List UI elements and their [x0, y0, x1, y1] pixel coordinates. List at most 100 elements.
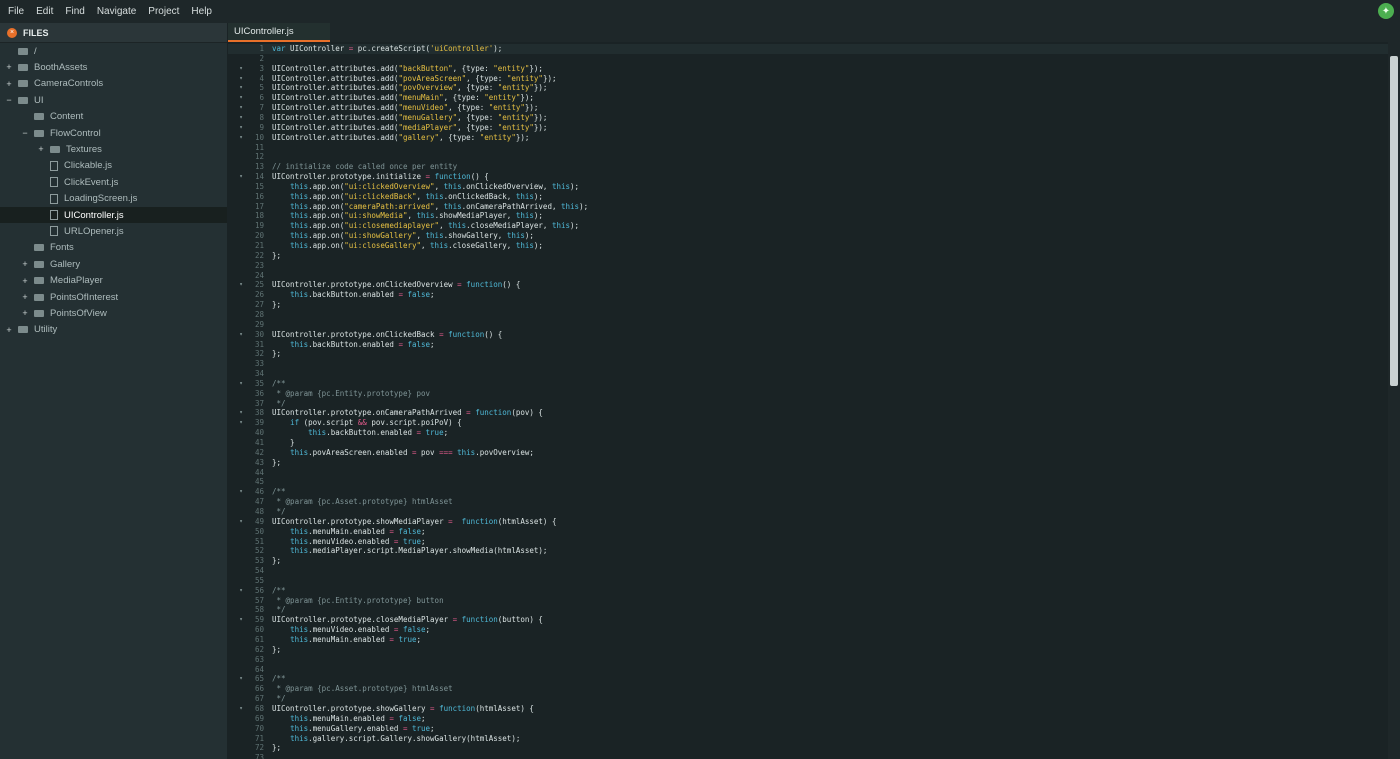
- code-line[interactable]: ▾ 38 UIController.prototype.onCameraPathAr…: [228, 408, 1388, 418]
- code-line[interactable]: ▾ 9 UIController.attributes.add("mediaPlay…: [228, 123, 1388, 133]
- code-line[interactable]: 24: [228, 271, 1388, 281]
- code-line[interactable]: 47 * @param {pc.Asset.prototype} htmlAss…: [228, 497, 1388, 507]
- tree-item[interactable]: + BoothAssets: [0, 59, 227, 75]
- code-line[interactable]: 17 this.app.on("cameraPath:arrived", thi…: [228, 202, 1388, 212]
- code-line[interactable]: ▾ 14 UIController.prototype.initialize = f…: [228, 172, 1388, 182]
- tree-item[interactable]: + Utility: [0, 322, 227, 338]
- expand-icon[interactable]: +: [4, 79, 14, 89]
- vertical-scrollbar[interactable]: [1388, 42, 1400, 759]
- tree-item[interactable]: − UI: [0, 92, 227, 108]
- code-line[interactable]: ▾ 5 UIController.attributes.add("povOvervi…: [228, 83, 1388, 93]
- expand-icon[interactable]: +: [20, 308, 30, 318]
- code-line[interactable]: 73: [228, 753, 1388, 759]
- code-line[interactable]: 72};: [228, 743, 1388, 753]
- menu-navigate[interactable]: Navigate: [97, 6, 136, 17]
- collapse-icon[interactable]: −: [4, 95, 14, 105]
- code-line[interactable]: 26 this.backButton.enabled = false;: [228, 290, 1388, 300]
- menu-edit[interactable]: Edit: [36, 6, 53, 17]
- expand-icon[interactable]: +: [4, 325, 14, 335]
- code-line[interactable]: 60 this.menuVideo.enabled = false;: [228, 625, 1388, 635]
- tree-item[interactable]: UIController.js: [0, 207, 227, 223]
- tree-item[interactable]: + PointsOfView: [0, 305, 227, 321]
- code-line[interactable]: 67 */: [228, 694, 1388, 704]
- code-line[interactable]: 2: [228, 54, 1388, 64]
- code-line[interactable]: 48 */: [228, 507, 1388, 517]
- code-line[interactable]: 45: [228, 477, 1388, 487]
- code-line[interactable]: 40 this.backButton.enabled = true;: [228, 428, 1388, 438]
- code-line[interactable]: 18 this.app.on("ui:showMedia", this.show…: [228, 211, 1388, 221]
- code-line[interactable]: 43};: [228, 458, 1388, 468]
- code-line[interactable]: ▾ 59 UIController.prototype.closeMediaPlay…: [228, 615, 1388, 625]
- code-line[interactable]: 64: [228, 665, 1388, 675]
- code-line[interactable]: ▾ 7 UIController.attributes.add("menuVideo…: [228, 103, 1388, 113]
- code-line[interactable]: ▾ 39 if (pov.script && pov.script.poiPoV)…: [228, 418, 1388, 428]
- tree-item[interactable]: − FlowControl: [0, 125, 227, 141]
- code-line[interactable]: 61 this.menuMain.enabled = true;: [228, 635, 1388, 645]
- code-line[interactable]: 69 this.menuMain.enabled = false;: [228, 714, 1388, 724]
- code-line[interactable]: 16 this.app.on("ui:clickedBack", this.on…: [228, 192, 1388, 202]
- code-line[interactable]: 54: [228, 566, 1388, 576]
- code-line[interactable]: 37 */: [228, 399, 1388, 409]
- code-line[interactable]: 23: [228, 261, 1388, 271]
- tree-item[interactable]: + Gallery: [0, 256, 227, 272]
- code-line[interactable]: 34: [228, 369, 1388, 379]
- code-line[interactable]: 63: [228, 655, 1388, 665]
- tree-item[interactable]: Fonts: [0, 240, 227, 256]
- tab-uicontroller-js[interactable]: UIController.js: [228, 23, 330, 42]
- tree-item[interactable]: + CameraControls: [0, 76, 227, 92]
- tree-item[interactable]: /: [0, 43, 227, 59]
- collapse-icon[interactable]: −: [20, 128, 30, 138]
- tree-item[interactable]: ClickEvent.js: [0, 174, 227, 190]
- tree-item[interactable]: + PointsOfInterest: [0, 289, 227, 305]
- code-line[interactable]: 55: [228, 576, 1388, 586]
- code-line[interactable]: 52 this.mediaPlayer.script.MediaPlayer.s…: [228, 546, 1388, 556]
- code-line[interactable]: 71 this.gallery.script.Gallery.showGalle…: [228, 734, 1388, 744]
- code-line[interactable]: 15 this.app.on("ui:clickedOverview", thi…: [228, 182, 1388, 192]
- code-line[interactable]: 31 this.backButton.enabled = false;: [228, 340, 1388, 350]
- code-line[interactable]: 53};: [228, 556, 1388, 566]
- expand-icon[interactable]: +: [20, 292, 30, 302]
- code-line[interactable]: ▾ 4 UIController.attributes.add("povAreaSc…: [228, 74, 1388, 84]
- code-line[interactable]: ▾ 25 UIController.prototype.onClickedOverv…: [228, 280, 1388, 290]
- code-line[interactable]: 50 this.menuMain.enabled = false;: [228, 527, 1388, 537]
- app-logo-icon[interactable]: ✦: [1378, 3, 1394, 19]
- code-line[interactable]: ▾ 3 UIController.attributes.add("backButto…: [228, 64, 1388, 74]
- menu-find[interactable]: Find: [65, 6, 84, 17]
- scrollbar-thumb[interactable]: [1390, 56, 1398, 386]
- menu-help[interactable]: Help: [191, 6, 212, 17]
- expand-icon[interactable]: +: [4, 62, 14, 72]
- code-line[interactable]: ▾ 56/**: [228, 586, 1388, 596]
- tree-item[interactable]: Content: [0, 109, 227, 125]
- tree-item[interactable]: + MediaPlayer: [0, 273, 227, 289]
- code-line[interactable]: ▾ 10 UIController.attributes.add("gallery"…: [228, 133, 1388, 143]
- code-line[interactable]: 12: [228, 152, 1388, 162]
- code-line[interactable]: 11: [228, 143, 1388, 153]
- menu-file[interactable]: File: [8, 6, 24, 17]
- menu-project[interactable]: Project: [148, 6, 179, 17]
- tree-item[interactable]: Clickable.js: [0, 158, 227, 174]
- expand-icon[interactable]: +: [36, 144, 46, 154]
- code-line[interactable]: 70 this.menuGallery.enabled = true;: [228, 724, 1388, 734]
- tree-item[interactable]: URLOpener.js: [0, 223, 227, 239]
- code-line[interactable]: 13 // initialize code called once per ent…: [228, 162, 1388, 172]
- collapse-panel-icon[interactable]: ×: [7, 27, 17, 38]
- code-line[interactable]: 32};: [228, 349, 1388, 359]
- code-line[interactable]: 21 this.app.on("ui:closeGallery", this.c…: [228, 241, 1388, 251]
- code-line[interactable]: 36 * @param {pc.Entity.prototype} pov: [228, 389, 1388, 399]
- code-line[interactable]: 58 */: [228, 605, 1388, 615]
- code-line[interactable]: ▾ 49 UIController.prototype.showMediaPlaye…: [228, 517, 1388, 527]
- code-line[interactable]: 1 var UIController = pc.createScript('uiC…: [228, 44, 1388, 54]
- code-line[interactable]: 19 this.app.on("ui:closemediaplayer", th…: [228, 221, 1388, 231]
- code-line[interactable]: 27};: [228, 300, 1388, 310]
- code-line[interactable]: 33: [228, 359, 1388, 369]
- code-line[interactable]: ▾ 30 UIController.prototype.onClickedBack …: [228, 330, 1388, 340]
- code-line[interactable]: 28: [228, 310, 1388, 320]
- expand-icon[interactable]: +: [20, 276, 30, 286]
- expand-icon[interactable]: +: [20, 259, 30, 269]
- code-line[interactable]: 42 this.povAreaScreen.enabled = pov === …: [228, 448, 1388, 458]
- code-line[interactable]: ▾ 35/**: [228, 379, 1388, 389]
- code-line[interactable]: ▾ 68 UIController.prototype.showGallery = …: [228, 704, 1388, 714]
- code-line[interactable]: 66 * @param {pc.Asset.prototype} htmlAss…: [228, 684, 1388, 694]
- code-line[interactable]: ▾ 46/**: [228, 487, 1388, 497]
- code-line[interactable]: ▾ 6 UIController.attributes.add("menuMain"…: [228, 93, 1388, 103]
